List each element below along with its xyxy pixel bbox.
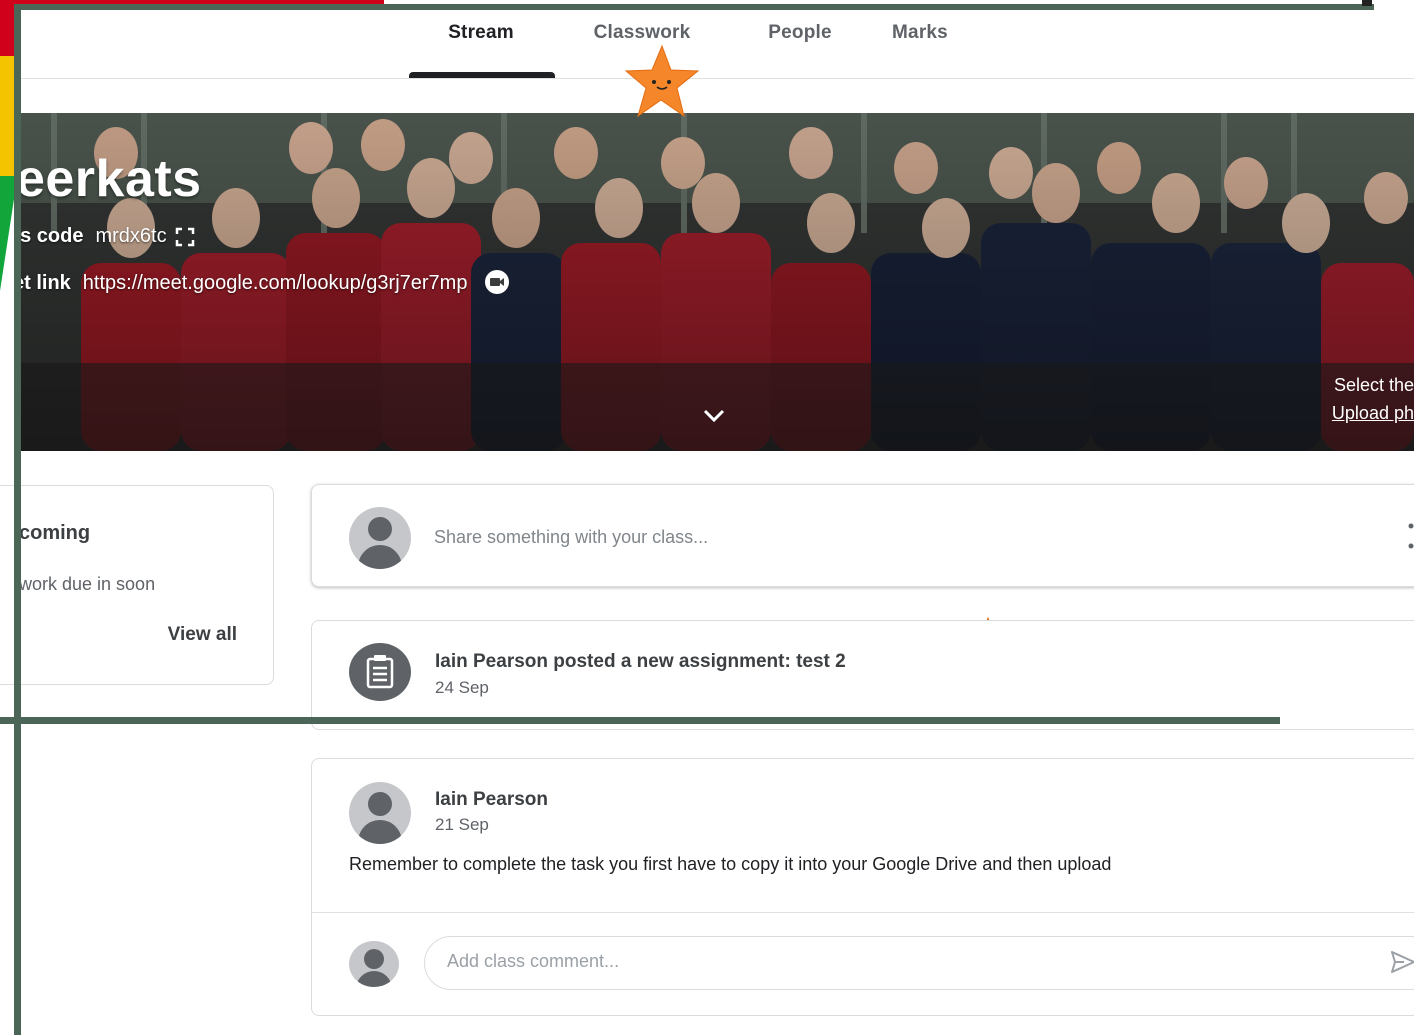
meet-link-row: et link https://meet.google.com/lookup/g… (21, 269, 511, 297)
assignment-post[interactable]: Iain Pearson posted a new assignment: te… (311, 620, 1414, 730)
chevron-down-icon[interactable] (702, 407, 726, 425)
upload-photo-link[interactable]: Upload ph (1332, 403, 1414, 424)
announcement-post: Iain Pearson 21 Sep Remember to complete… (311, 758, 1414, 1016)
upcoming-title: coming (19, 522, 91, 544)
class-code-row: ss code mrdx6tc (21, 225, 195, 248)
share-placeholder[interactable]: Share something with your class... (434, 527, 708, 548)
share-box[interactable]: Share something with your class... (311, 484, 1414, 587)
meet-link[interactable]: https://meet.google.com/lookup/g3rj7er7m… (83, 272, 468, 295)
tab-people[interactable]: People (730, 14, 870, 78)
post-divider (312, 912, 1414, 913)
avatar-icon (349, 782, 411, 844)
frame-top-line (14, 4, 1374, 10)
more-vert-icon[interactable] (1408, 521, 1414, 551)
class-code-value: mrdx6tc (95, 225, 167, 247)
class-title: leerkats (21, 150, 202, 208)
class-banner: leerkats ss code mrdx6tc et link https:/… (21, 113, 1414, 451)
decor-red-block (0, 0, 14, 56)
class-code-label: ss code (21, 225, 84, 247)
frame-middle-line (0, 717, 1280, 724)
post-date: 21 Sep (435, 815, 489, 834)
view-all-link[interactable]: View all (168, 624, 237, 646)
avatar-icon (349, 507, 411, 569)
upcoming-card: coming work due in soon View all (0, 485, 274, 685)
post-author: Iain Pearson (435, 789, 548, 810)
frame-top-corner (1362, 0, 1372, 6)
assignment-date: 24 Sep (435, 678, 489, 697)
video-call-icon[interactable] (483, 269, 511, 297)
tab-marks[interactable]: Marks (870, 14, 970, 78)
assignment-icon (349, 643, 411, 701)
class-comment-input[interactable]: Add class comment... (424, 936, 1414, 990)
fullscreen-icon[interactable] (175, 227, 195, 247)
decor-green-block (0, 176, 14, 291)
upcoming-text: work due in soon (19, 574, 156, 594)
meet-link-label: et link (21, 271, 71, 294)
tab-divider (21, 78, 1414, 79)
send-icon[interactable] (1390, 949, 1414, 975)
decor-yellow-block (0, 56, 14, 176)
tab-stream[interactable]: Stream (408, 14, 554, 78)
select-theme-link[interactable]: Select the (1334, 375, 1414, 396)
star-sticker (624, 44, 700, 118)
post-text: Remember to complete the task you first … (349, 854, 1112, 874)
frame-left-line (14, 4, 21, 1035)
assignment-title: Iain Pearson posted a new assignment: te… (435, 651, 846, 672)
avatar-icon (349, 941, 399, 987)
